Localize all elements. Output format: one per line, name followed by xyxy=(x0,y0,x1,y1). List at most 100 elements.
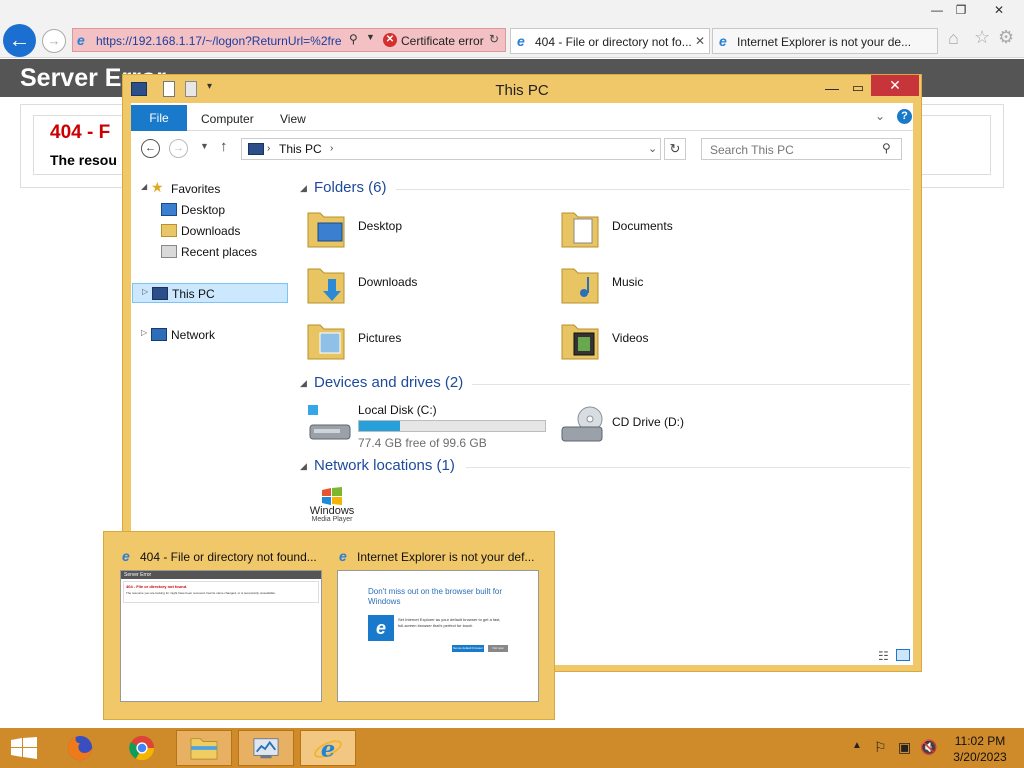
explorer-close-button[interactable]: ✕ xyxy=(871,75,919,96)
up-arrow-icon[interactable]: ↑ xyxy=(220,138,228,155)
certificate-error-label[interactable]: Certificate error xyxy=(401,34,484,48)
forward-button[interactable]: → xyxy=(42,29,66,53)
taskbar-file-explorer[interactable] xyxy=(176,730,232,766)
drive-label: CD Drive (D:) xyxy=(612,415,684,429)
cd-drive-icon xyxy=(561,406,603,442)
desktop-folder-icon xyxy=(307,212,345,248)
group-devices-header[interactable]: ◢ Devices and drives (2) xyxy=(300,374,910,394)
collapsed-arrow-icon[interactable]: ▷ xyxy=(142,287,148,296)
refresh-icon[interactable]: ↻ xyxy=(489,32,499,46)
folder-desktop[interactable]: Desktop xyxy=(306,203,546,253)
taskbar-chrome[interactable] xyxy=(114,730,170,766)
collapse-arrow-icon[interactable]: ◢ xyxy=(300,378,307,389)
tab-file[interactable]: File xyxy=(131,105,187,131)
folder-pictures[interactable]: Pictures xyxy=(306,315,546,365)
expanded-arrow-icon[interactable]: ◢ xyxy=(141,182,147,191)
ie-maximize-button[interactable]: ❐ xyxy=(946,0,976,20)
nav-label: Downloads xyxy=(181,224,241,238)
ie-tab-404[interactable]: e 404 - File or directory not fo... ✕ xyxy=(510,28,710,54)
nav-item-recent-places[interactable]: Recent places xyxy=(131,242,287,262)
chevron-down-icon[interactable]: ⌄ xyxy=(648,142,657,155)
thumbnail-default-browser[interactable]: e Internet Explorer is not your def... D… xyxy=(337,532,557,721)
network-status-icon[interactable]: ▣ xyxy=(898,739,911,756)
action-center-flag-icon[interactable]: ⚐ xyxy=(874,739,887,756)
search-input[interactable]: Search This PC ⚲ xyxy=(701,138,902,160)
group-divider xyxy=(396,189,910,190)
explorer-title-bar[interactable]: ▾ This PC — ▭ ✕ xyxy=(123,75,921,103)
chevron-down-icon[interactable]: ▼ xyxy=(366,32,375,42)
back-arrow-icon[interactable]: ← xyxy=(141,139,160,158)
forward-arrow-icon[interactable]: → xyxy=(169,139,188,158)
taskbar-firefox[interactable] xyxy=(52,730,108,766)
folder-videos[interactable]: Videos xyxy=(560,315,800,365)
home-icon[interactable]: ⌂ xyxy=(948,28,959,49)
internet-explorer-icon: e xyxy=(314,737,342,763)
address-url[interactable]: https://192.168.1.17/~/logon?ReturnUrl=%… xyxy=(96,34,344,48)
thumbnail-404[interactable]: e 404 - File or directory not found... S… xyxy=(120,532,340,721)
chevron-right-icon[interactable]: › xyxy=(267,143,270,154)
windows-start-icon[interactable] xyxy=(10,737,38,759)
collapsed-arrow-icon[interactable]: ▷ xyxy=(141,328,147,337)
drive-d[interactable]: CD Drive (D:) xyxy=(560,399,800,449)
breadcrumb[interactable]: This PC xyxy=(279,142,322,156)
help-icon[interactable]: ? xyxy=(897,109,912,124)
search-icon[interactable]: ⚲ xyxy=(349,32,358,46)
thumbnail-title: 404 - File or directory not found... xyxy=(140,550,317,564)
nav-item-network[interactable]: ▷ Network xyxy=(131,325,287,345)
taskbar-internet-explorer[interactable]: e xyxy=(300,730,356,766)
preview-not-now-button: Not now xyxy=(488,645,508,652)
clock-date[interactable]: 3/20/2023 xyxy=(940,750,1020,764)
collapse-arrow-icon[interactable]: ◢ xyxy=(300,461,307,472)
folder-label: Downloads xyxy=(358,275,418,289)
collapse-arrow-icon[interactable]: ◢ xyxy=(300,183,307,194)
folder-music[interactable]: Music xyxy=(560,259,800,309)
group-network-header[interactable]: ◢ Network locations (1) xyxy=(300,457,910,477)
close-icon[interactable]: ✕ xyxy=(695,34,705,48)
folder-documents[interactable]: Documents xyxy=(560,203,800,253)
address-bar[interactable]: e https://192.168.1.17/~/logon?ReturnUrl… xyxy=(72,28,506,52)
file-explorer-icon xyxy=(190,738,218,760)
chevron-down-icon[interactable]: ⌄ xyxy=(875,109,885,123)
network-item-media-player[interactable]: Windows Media Player xyxy=(306,485,366,535)
nav-item-downloads[interactable]: Downloads xyxy=(131,221,287,241)
favorites-star-icon[interactable]: ☆ xyxy=(974,27,990,48)
explorer-minimize-button[interactable]: — xyxy=(819,77,845,99)
explorer-maximize-button[interactable]: ▭ xyxy=(845,77,871,99)
network-item-sublabel: Media Player xyxy=(311,516,353,523)
nav-item-favorites[interactable]: ◢ ★ Favorites xyxy=(131,179,287,199)
tab-view[interactable]: View xyxy=(280,112,306,126)
group-folders-header[interactable]: ◢ Folders (6) xyxy=(300,179,910,199)
recent-locations-icon[interactable]: ▼ xyxy=(200,141,209,151)
preview-body: Set Internet Explorer as your default br… xyxy=(398,617,501,628)
certificate-error-icon[interactable]: ✕ xyxy=(383,33,397,47)
show-hidden-icons-arrow[interactable]: ▲ xyxy=(852,740,862,751)
large-icons-view-icon[interactable] xyxy=(896,649,910,661)
gear-icon[interactable]: ⚙ xyxy=(998,27,1014,48)
star-icon: ★ xyxy=(151,179,164,195)
local-disk-icon xyxy=(308,405,351,440)
svg-text:e: e xyxy=(321,737,335,763)
nav-item-desktop[interactable]: Desktop xyxy=(131,200,287,220)
nav-label: Desktop xyxy=(181,203,226,217)
taskbar-server-manager[interactable] xyxy=(238,730,294,766)
ie-page-icon: e xyxy=(77,32,85,48)
search-icon[interactable]: ⚲ xyxy=(882,141,891,155)
folder-label: Music xyxy=(612,275,644,289)
ie-close-button[interactable]: ✕ xyxy=(984,0,1014,20)
preview-set-default-button: Set as default browser xyxy=(452,645,484,652)
explorer-address-bar[interactable]: › This PC › ⌄ xyxy=(241,138,661,160)
tab-computer[interactable]: Computer xyxy=(201,112,254,126)
volume-muted-icon[interactable]: 🔇 xyxy=(920,739,937,756)
chevron-right-icon[interactable]: › xyxy=(330,143,333,154)
details-view-icon[interactable]: ☷ xyxy=(878,649,889,663)
tab-label: Internet Explorer is not your de... xyxy=(737,35,912,49)
folder-downloads[interactable]: Downloads xyxy=(306,259,546,309)
ie-tab-default-browser[interactable]: e Internet Explorer is not your de... xyxy=(712,28,938,54)
clock-time[interactable]: 11:02 PM xyxy=(940,734,1020,748)
back-button[interactable]: ← xyxy=(3,24,36,57)
drive-c[interactable]: Local Disk (C:) 77.4 GB free of 99.6 GB xyxy=(306,399,556,450)
nav-item-this-pc[interactable]: ▷ This PC xyxy=(132,283,288,303)
downloads-folder-icon xyxy=(307,268,345,304)
refresh-icon[interactable]: ↻ xyxy=(664,138,686,160)
folder-label: Documents xyxy=(612,219,673,233)
